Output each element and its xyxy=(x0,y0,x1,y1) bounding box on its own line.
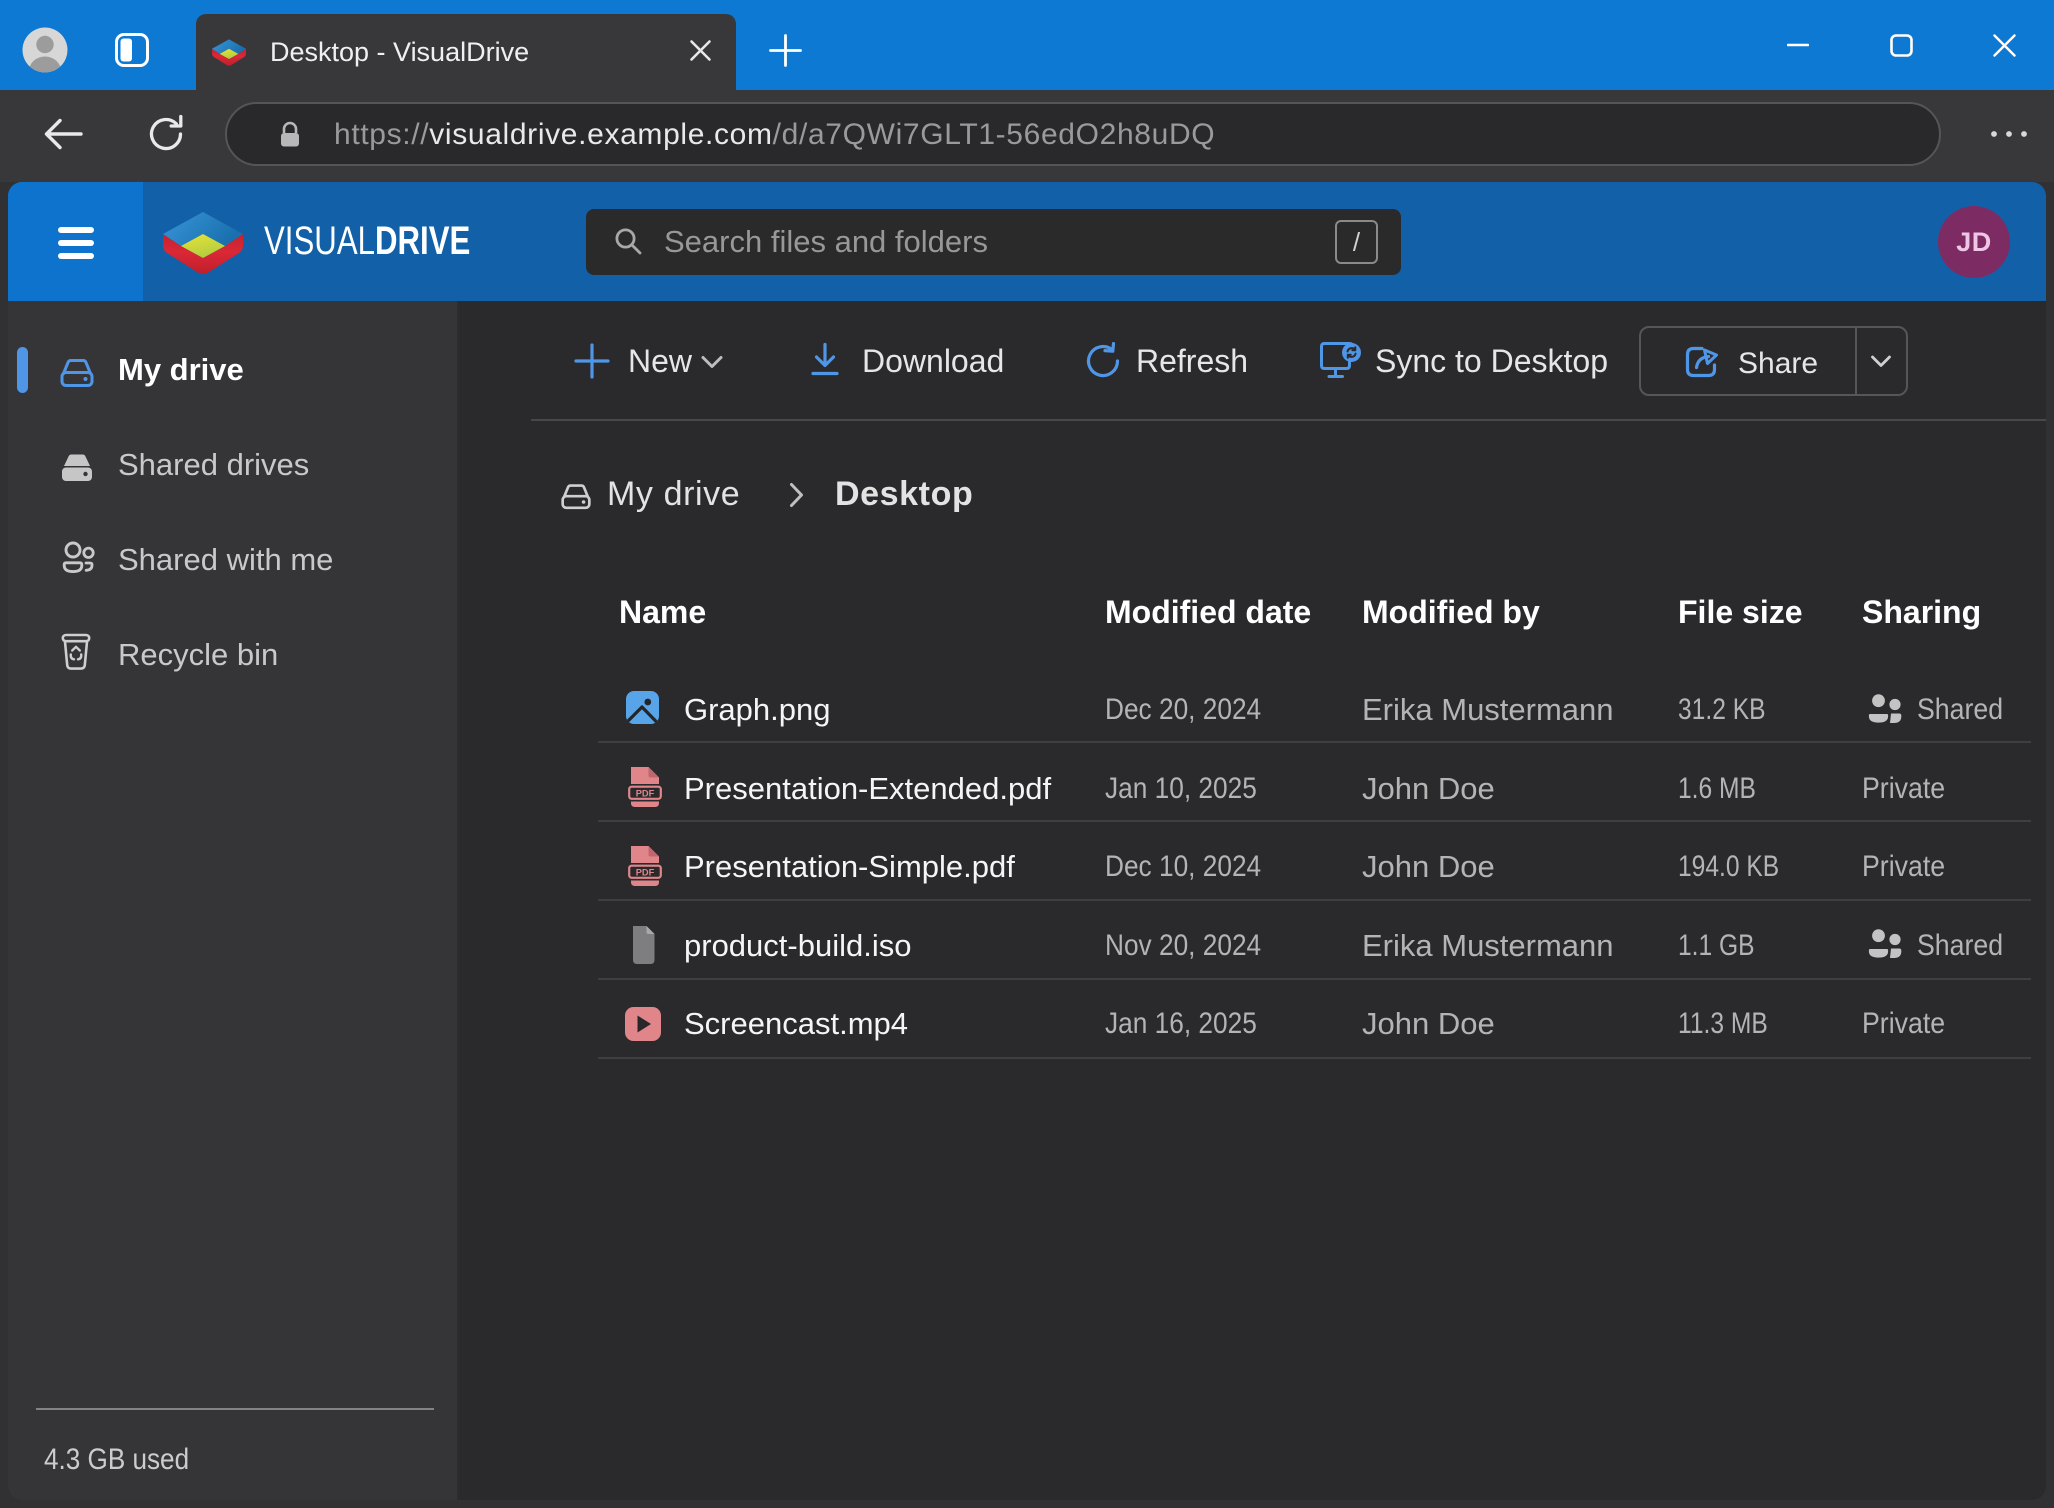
svg-text:PDF: PDF xyxy=(636,789,655,799)
svg-text:PDF: PDF xyxy=(636,868,655,878)
